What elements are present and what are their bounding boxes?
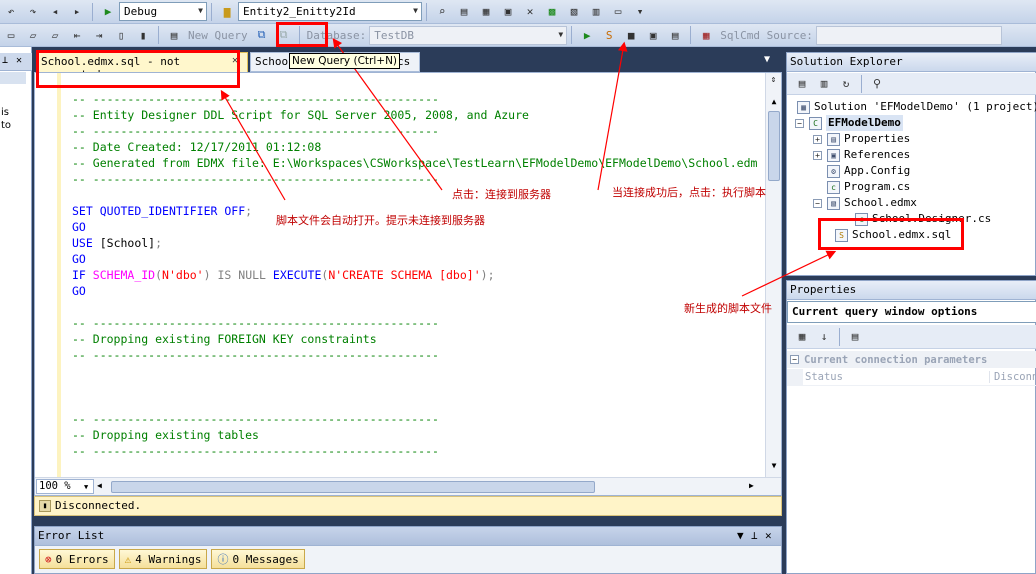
arrow-to-sql-file <box>741 250 837 297</box>
annotation-autoopen: 脚本文件会自动打开。提示未连接到服务器 <box>276 214 485 227</box>
new-query-tooltip: New Query (Ctrl+N) <box>289 53 401 69</box>
annotation-arrows <box>220 38 837 297</box>
annotation-new-file: 新生成的脚本文件 <box>684 302 772 315</box>
arrow-to-execute <box>597 41 628 191</box>
arrow-to-tab <box>220 89 286 201</box>
annotation-connect: 点击：连接到服务器 <box>452 188 551 201</box>
annotation-execute: 当连接成功后，点击：执行脚本 <box>612 186 766 199</box>
